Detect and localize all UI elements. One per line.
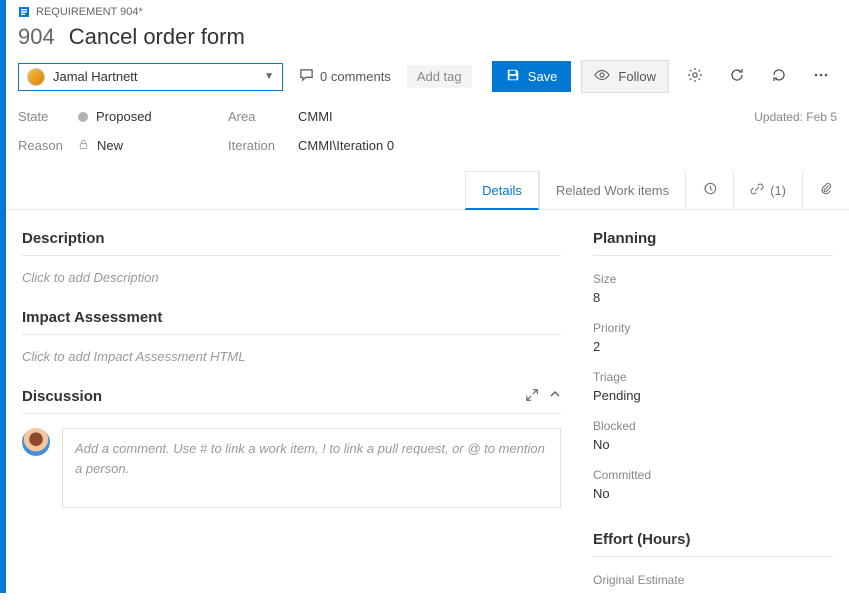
description-input[interactable]: Click to add Description [22, 270, 561, 285]
right-column: Planning Size 8 Priority 2 Triage Pendin… [577, 210, 849, 611]
description-section: Description Click to add Description [22, 230, 561, 285]
committed-label: Committed [593, 468, 833, 482]
comments-label: 0 comments [320, 69, 391, 84]
avatar-icon [27, 68, 45, 86]
impact-section: Impact Assessment Click to add Impact As… [22, 309, 561, 364]
more-actions-button[interactable] [805, 61, 837, 93]
tab-details[interactable]: Details [465, 171, 539, 210]
comment-box: Add a comment. Use # to link a work item… [22, 428, 561, 508]
follow-button[interactable]: Follow [581, 60, 669, 93]
reason-label: Reason [18, 138, 78, 153]
collapse-icon[interactable] [549, 388, 561, 405]
tab-row: Details Related Work items (1) [6, 171, 849, 210]
history-icon [702, 181, 717, 199]
work-item-id: 904 [18, 24, 55, 50]
discussion-heading: Discussion [22, 388, 102, 405]
action-row: Jamal Hartnett ▼ 0 comments Add tag Save… [6, 60, 849, 107]
iteration-value[interactable]: CMMI\Iteration 0 [298, 138, 754, 153]
work-item-title[interactable]: Cancel order form [69, 24, 245, 50]
iteration-label: Iteration [228, 138, 298, 153]
eye-icon [594, 67, 610, 86]
committed-value: No [593, 486, 833, 501]
blocked-label: Blocked [593, 419, 833, 433]
blocked-value: No [593, 437, 833, 452]
user-avatar-icon [22, 428, 50, 456]
work-item-type-label: REQUIREMENT 904* [36, 6, 143, 18]
impact-input[interactable]: Click to add Impact Assessment HTML [22, 349, 561, 364]
refresh-icon [729, 67, 745, 86]
follow-label: Follow [618, 69, 656, 84]
tab-history[interactable] [685, 171, 733, 209]
save-icon [506, 68, 520, 85]
title-row: 904 Cancel order form [6, 20, 849, 60]
lock-icon [78, 138, 89, 153]
comment-input[interactable]: Add a comment. Use # to link a work item… [62, 428, 561, 508]
priority-value: 2 [593, 339, 833, 354]
add-tag-button[interactable]: Add tag [407, 65, 472, 88]
priority-field[interactable]: Priority 2 [593, 321, 833, 354]
refresh-button[interactable] [721, 61, 753, 93]
left-column: Description Click to add Description Imp… [6, 210, 577, 611]
reason-value[interactable]: New [78, 138, 228, 153]
original-estimate-field[interactable]: Original Estimate [593, 573, 833, 591]
state-label: State [18, 109, 78, 124]
blocked-field[interactable]: Blocked No [593, 419, 833, 452]
settings-button[interactable] [679, 61, 711, 93]
description-heading: Description [22, 230, 561, 256]
effort-heading: Effort (Hours) [593, 531, 833, 557]
priority-label: Priority [593, 321, 833, 335]
size-field[interactable]: Size 8 [593, 272, 833, 305]
revert-button[interactable] [763, 61, 795, 93]
triage-value: Pending [593, 388, 833, 403]
tab-attachments[interactable] [802, 171, 849, 209]
impact-heading: Impact Assessment [22, 309, 561, 335]
gear-icon [687, 67, 703, 86]
triage-label: Triage [593, 370, 833, 384]
planning-heading: Planning [593, 230, 833, 256]
save-label: Save [528, 69, 558, 84]
more-icon [813, 67, 829, 86]
link-icon [750, 182, 764, 199]
work-item-type-header: REQUIREMENT 904* [6, 0, 849, 20]
chevron-down-icon: ▼ [264, 71, 274, 82]
meta-section: State Proposed Area CMMI Updated: Feb 5 … [6, 107, 849, 171]
undo-icon [771, 67, 787, 86]
assignee-name: Jamal Hartnett [53, 69, 256, 84]
original-estimate-label: Original Estimate [593, 573, 833, 587]
content-row: Description Click to add Description Imp… [6, 210, 849, 611]
state-dot-icon [78, 112, 88, 122]
area-label: Area [228, 109, 298, 124]
size-value: 8 [593, 290, 833, 305]
comments-count[interactable]: 0 comments [293, 64, 397, 90]
updated-label: Updated: Feb 5 [754, 110, 837, 124]
committed-field[interactable]: Committed No [593, 468, 833, 501]
requirement-icon [18, 6, 30, 18]
assignee-dropdown[interactable]: Jamal Hartnett ▼ [18, 63, 283, 91]
comment-icon [299, 68, 314, 86]
expand-icon[interactable] [525, 388, 539, 405]
save-button[interactable]: Save [492, 61, 572, 92]
links-count: (1) [770, 183, 786, 198]
tab-related[interactable]: Related Work items [539, 171, 685, 209]
tab-links[interactable]: (1) [733, 171, 802, 209]
discussion-section: Discussion Add a comment. Use # to link … [22, 388, 561, 508]
triage-field[interactable]: Triage Pending [593, 370, 833, 403]
area-value[interactable]: CMMI [298, 109, 754, 124]
attachment-icon [819, 182, 833, 199]
state-value[interactable]: Proposed [78, 109, 228, 124]
size-label: Size [593, 272, 833, 286]
